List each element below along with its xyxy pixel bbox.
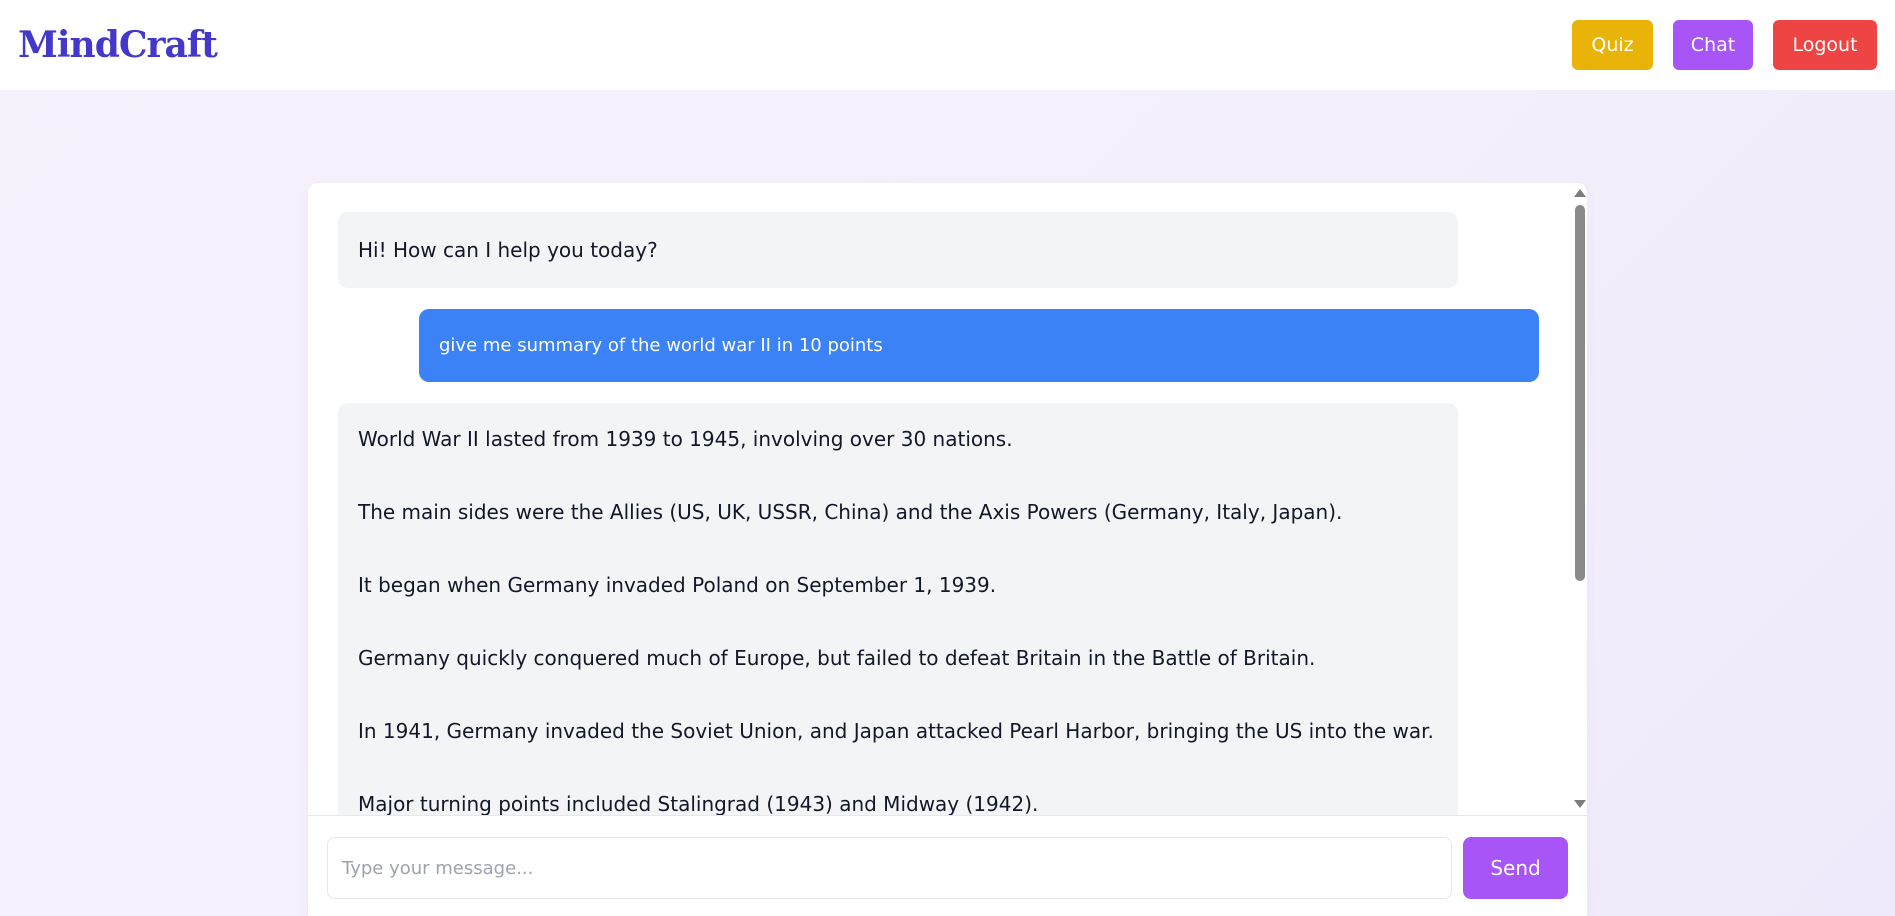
nav-buttons: Quiz Chat Logout bbox=[1572, 20, 1877, 70]
logo[interactable]: MindCraft bbox=[18, 24, 218, 66]
scroll-thumb[interactable] bbox=[1575, 205, 1585, 581]
answer-point: In 1941, Germany invaded the Soviet Unio… bbox=[358, 719, 1434, 743]
chat-panel: Hi! How can I help you today? give me su… bbox=[308, 183, 1587, 916]
user-message: give me summary of the world war II in 1… bbox=[419, 309, 1539, 382]
logout-button[interactable]: Logout bbox=[1773, 20, 1877, 70]
answer-point: It began when Germany invaded Poland on … bbox=[358, 573, 997, 597]
message-input[interactable] bbox=[327, 837, 1452, 899]
app-root: MindCraft Quiz Chat Logout Hi! How can I… bbox=[0, 0, 1895, 916]
scroll-down-arrow-icon[interactable] bbox=[1574, 800, 1586, 808]
quiz-button[interactable]: Quiz bbox=[1572, 20, 1653, 70]
bot-message: Hi! How can I help you today? bbox=[338, 212, 1458, 288]
send-button[interactable]: Send bbox=[1463, 837, 1568, 899]
user-message-text: give me summary of the world war II in 1… bbox=[439, 335, 883, 356]
scroll-up-arrow-icon[interactable] bbox=[1574, 189, 1586, 197]
top-navbar: MindCraft Quiz Chat Logout bbox=[0, 0, 1895, 90]
bot-message: World War II lasted from 1939 to 1945, i… bbox=[338, 403, 1458, 815]
message-list[interactable]: Hi! How can I help you today? give me su… bbox=[308, 183, 1571, 815]
answer-point: Major turning points included Stalingrad… bbox=[358, 792, 1039, 815]
answer-point: World War II lasted from 1939 to 1945, i… bbox=[358, 427, 1013, 451]
answer-point: The main sides were the Allies (US, UK, … bbox=[358, 500, 1343, 524]
answer-point: Germany quickly conquered much of Europe… bbox=[358, 646, 1316, 670]
message-composer: Send bbox=[308, 815, 1587, 916]
chat-button[interactable]: Chat bbox=[1673, 20, 1753, 70]
message-scrollbar[interactable] bbox=[1571, 183, 1587, 815]
bot-message-text: Hi! How can I help you today? bbox=[358, 238, 658, 262]
